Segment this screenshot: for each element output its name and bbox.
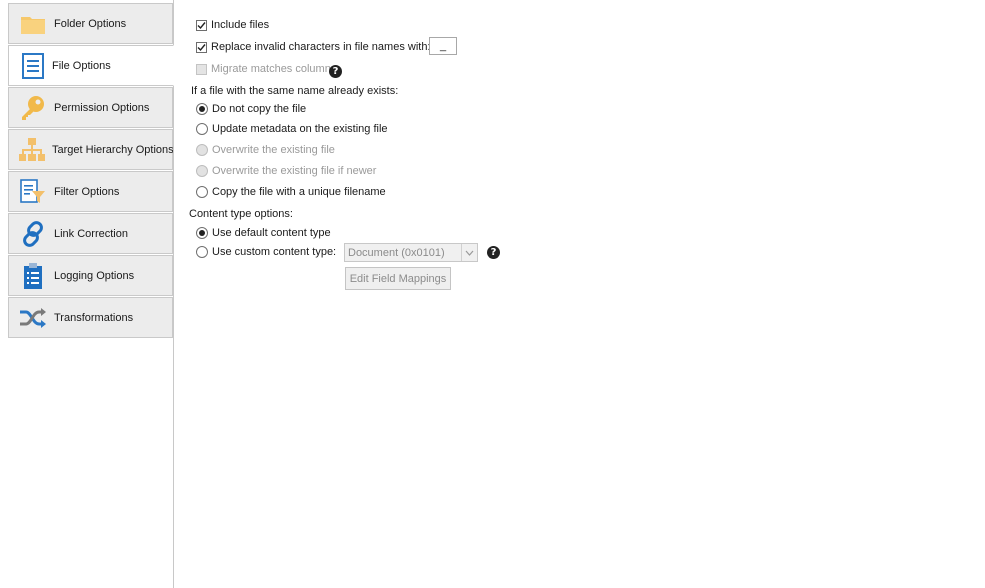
radio-custom-content-type[interactable]: Use custom content type: bbox=[196, 246, 336, 258]
migrate-matches-label: Migrate matches column bbox=[211, 63, 331, 75]
radio-label: Update metadata on the existing file bbox=[212, 123, 388, 135]
custom-content-type-select: Document (0x0101) bbox=[344, 243, 478, 262]
radio-button[interactable] bbox=[196, 186, 208, 198]
radio-button[interactable] bbox=[196, 123, 208, 135]
radio-button[interactable] bbox=[196, 103, 208, 115]
radio-overwrite-if-newer: Overwrite the existing file if newer bbox=[196, 165, 376, 177]
radio-copy-unique[interactable]: Copy the file with a unique filename bbox=[196, 186, 386, 198]
tab-file-options[interactable]: File Options bbox=[8, 45, 174, 86]
folder-icon bbox=[18, 9, 48, 39]
radio-button bbox=[196, 165, 208, 177]
chevron-down-icon bbox=[461, 244, 477, 261]
tab-label: Link Correction bbox=[54, 227, 128, 240]
file-exists-heading: If a file with the same name already exi… bbox=[191, 85, 398, 97]
tab-logging-options[interactable]: Logging Options bbox=[8, 255, 173, 296]
tab-label: Folder Options bbox=[54, 17, 127, 30]
tab-target-hierarchy-options[interactable]: Target Hierarchy Options bbox=[8, 129, 174, 170]
tab-transformations[interactable]: Transformations bbox=[8, 297, 173, 338]
shuffle-icon bbox=[18, 303, 48, 333]
help-icon[interactable]: ? bbox=[329, 65, 342, 78]
key-icon bbox=[18, 93, 48, 123]
replace-invalid-label: Replace invalid characters in file names… bbox=[211, 41, 431, 53]
tab-folder-options[interactable]: Folder Options bbox=[8, 3, 173, 44]
tab-label: Logging Options bbox=[54, 269, 135, 282]
tab-permission-options[interactable]: Permission Options bbox=[8, 87, 173, 128]
heading-text: Content type options: bbox=[189, 208, 293, 220]
tab-label: Permission Options bbox=[54, 101, 150, 114]
tab-link-correction[interactable]: Link Correction bbox=[8, 213, 173, 254]
radio-label: Overwrite the existing file bbox=[212, 144, 335, 156]
radio-label: Overwrite the existing file if newer bbox=[212, 165, 377, 177]
check-icon bbox=[197, 21, 206, 29]
checkbox-box[interactable] bbox=[196, 19, 207, 31]
options-sidebar: Folder Options File Options Permission O… bbox=[8, 3, 174, 588]
radio-overwrite: Overwrite the existing file bbox=[196, 144, 335, 156]
radio-do-not-copy[interactable]: Do not copy the file bbox=[196, 103, 306, 115]
radio-label: Use custom content type: bbox=[212, 246, 337, 258]
heading-text: If a file with the same name already exi… bbox=[191, 85, 399, 97]
edit-field-mappings-button: Edit Field Mappings bbox=[345, 267, 451, 290]
file-document-icon bbox=[18, 51, 48, 81]
tab-label: Target Hierarchy Options bbox=[52, 143, 174, 156]
replacement-character-input[interactable]: _ bbox=[429, 37, 457, 55]
radio-update-metadata[interactable]: Update metadata on the existing file bbox=[196, 123, 388, 135]
hierarchy-icon bbox=[18, 135, 46, 165]
checkbox-box bbox=[196, 63, 207, 75]
include-files-label: Include files bbox=[211, 19, 270, 31]
filter-icon bbox=[18, 177, 48, 207]
migrate-matches-checkbox: Migrate matches column bbox=[196, 63, 331, 75]
checkbox-box[interactable] bbox=[196, 41, 207, 53]
tab-filter-options[interactable]: Filter Options bbox=[8, 171, 173, 212]
tab-label: Filter Options bbox=[54, 185, 120, 198]
radio-button bbox=[196, 144, 208, 156]
radio-label: Copy the file with a unique filename bbox=[212, 186, 386, 198]
clipboard-icon bbox=[18, 261, 48, 291]
tab-label: File Options bbox=[52, 59, 111, 72]
radio-default-content-type[interactable]: Use default content type bbox=[196, 227, 331, 239]
radio-button[interactable] bbox=[196, 246, 208, 258]
sidebar-divider bbox=[173, 0, 174, 588]
link-icon bbox=[18, 219, 48, 249]
help-icon[interactable]: ? bbox=[487, 246, 500, 259]
radio-label: Use default content type bbox=[212, 227, 331, 239]
radio-label: Do not copy the file bbox=[212, 103, 307, 115]
select-value: Document (0x0101) bbox=[348, 246, 445, 259]
radio-button[interactable] bbox=[196, 227, 208, 239]
check-icon bbox=[197, 43, 206, 51]
include-files-checkbox[interactable]: Include files bbox=[196, 19, 269, 31]
content-type-heading: Content type options: bbox=[189, 208, 293, 220]
replace-invalid-checkbox[interactable]: Replace invalid characters in file names… bbox=[196, 41, 431, 53]
tab-label: Transformations bbox=[54, 311, 134, 324]
